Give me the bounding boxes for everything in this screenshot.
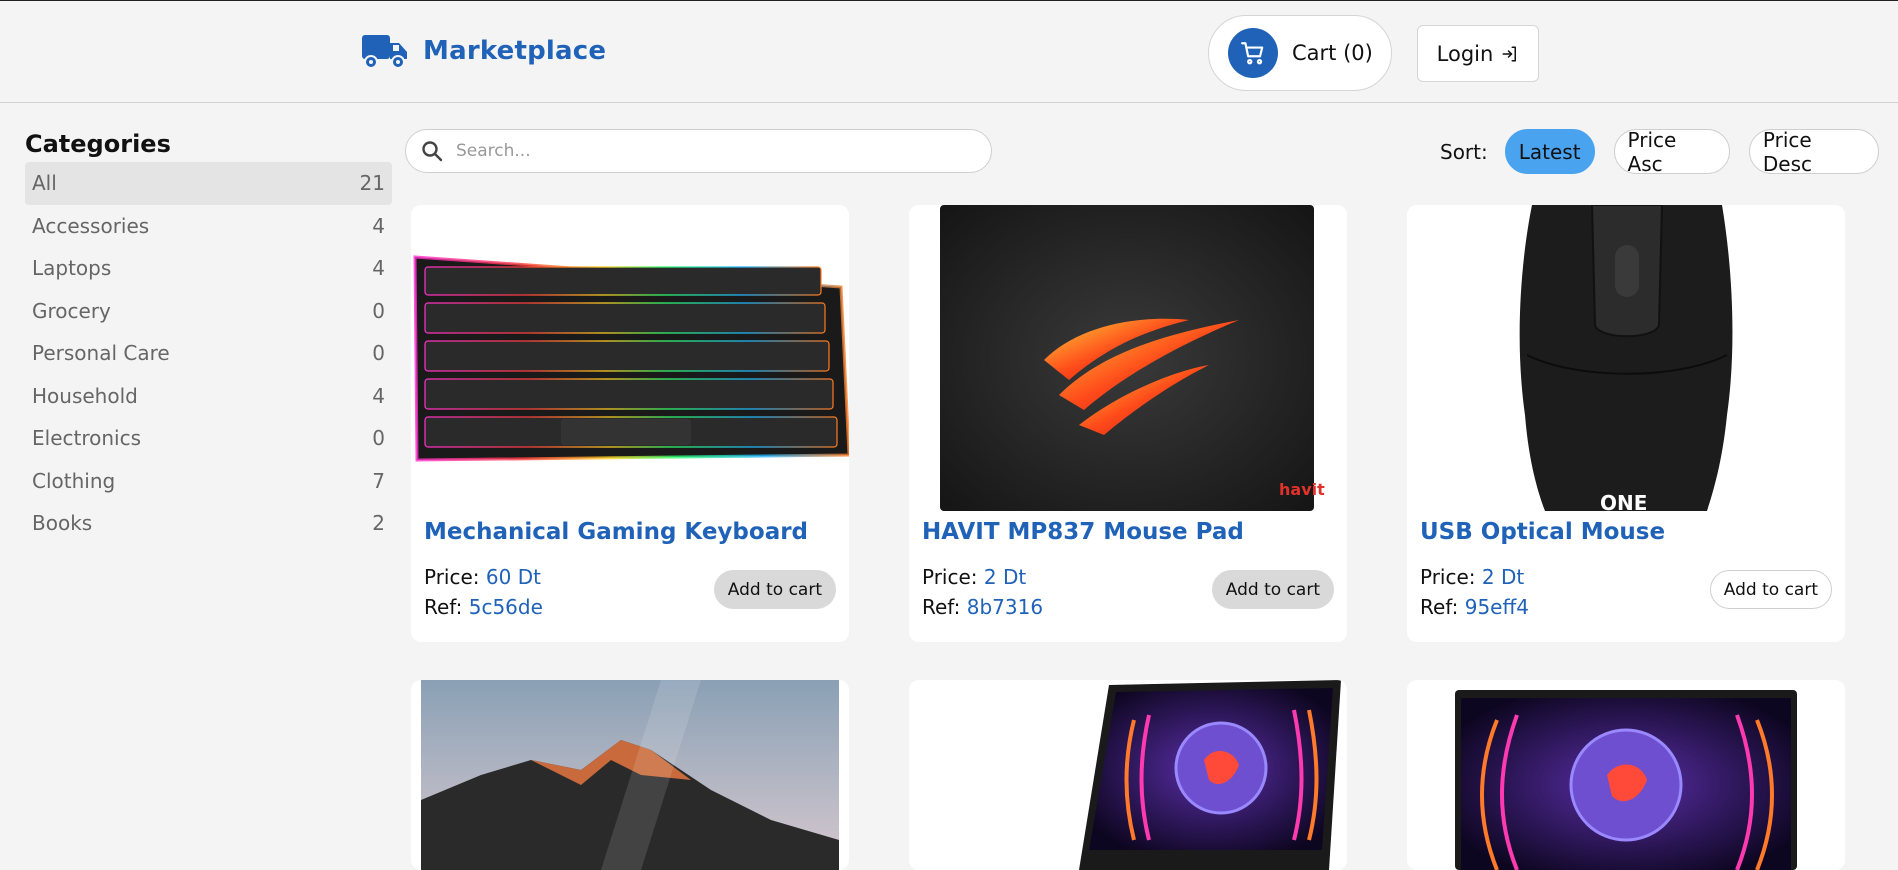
product-card: ONE USB Optical Mouse Price: 2 Dt Ref: 9… — [1407, 205, 1845, 642]
category-label: Household — [32, 383, 138, 408]
category-count: 7 — [372, 468, 385, 493]
ref-label: Ref: — [1420, 595, 1459, 619]
category-item-clothing[interactable]: Clothing 7 — [25, 460, 392, 503]
product-card: Mechanical Gaming Keyboard Price: 60 Dt … — [411, 205, 849, 642]
truck-icon — [362, 35, 407, 69]
categories-sidebar: Categories All 21 Accessories 4 Laptops … — [25, 130, 392, 545]
sort-latest-button[interactable]: Latest — [1504, 129, 1595, 174]
product-card — [1407, 680, 1845, 870]
price-label: Price: — [1420, 565, 1476, 589]
product-image-laptop[interactable] — [909, 680, 1347, 870]
product-title[interactable]: USB Optical Mouse — [1420, 519, 1665, 545]
shopping-cart-icon — [1241, 42, 1264, 65]
price-label: Price: — [424, 565, 480, 589]
sort-controls: Sort: Latest Price Asc Price Desc — [1440, 128, 1898, 176]
sort-price-desc-button[interactable]: Price Desc — [1748, 128, 1879, 176]
ref-value: 95eff4 — [1464, 595, 1529, 619]
category-count: 4 — [372, 383, 385, 408]
price-label: Price: — [922, 565, 978, 589]
product-title[interactable]: Mechanical Gaming Keyboard — [424, 519, 808, 545]
ref-value: 5c56de — [468, 595, 543, 619]
category-item-books[interactable]: Books 2 — [25, 502, 392, 545]
sort-label: Sort: — [1440, 139, 1488, 164]
category-item-grocery[interactable]: Grocery 0 — [25, 290, 392, 333]
cart-button[interactable]: Cart (0) — [1208, 15, 1392, 91]
product-image-monitor[interactable] — [411, 680, 849, 870]
product-image-mouse[interactable]: ONE — [1407, 205, 1845, 511]
login-icon — [1502, 46, 1517, 61]
search-input[interactable] — [456, 141, 976, 161]
top-header: Marketplace Cart (0) Login — [0, 1, 1898, 103]
login-label: Login — [1436, 41, 1494, 66]
category-item-household[interactable]: Household 4 — [25, 375, 392, 418]
search-bar — [405, 129, 992, 173]
product-card — [411, 680, 849, 870]
add-to-cart-button[interactable]: Add to cart — [1211, 570, 1334, 609]
product-card — [909, 680, 1347, 870]
category-item-laptops[interactable]: Laptops 4 — [25, 247, 392, 290]
category-count: 4 — [372, 213, 385, 238]
product-image-laptop-front[interactable] — [1407, 680, 1845, 870]
product-meta: Price: 2 Dt Ref: 8b7316 — [922, 562, 1043, 622]
price-value: 2 Dt — [983, 565, 1027, 589]
category-item-personal-care[interactable]: Personal Care 0 — [25, 332, 392, 375]
cart-icon-circle — [1228, 28, 1278, 78]
category-label: Accessories — [32, 213, 150, 238]
category-label: Grocery — [32, 298, 111, 323]
search-icon — [422, 141, 443, 162]
sort-price-asc-button[interactable]: Price Asc — [1613, 128, 1730, 176]
category-item-accessories[interactable]: Accessories 4 — [25, 205, 392, 248]
category-label: Personal Care — [32, 341, 170, 366]
brand-name: Marketplace — [423, 36, 607, 66]
add-to-cart-button[interactable]: Add to cart — [713, 570, 836, 609]
category-label: Electronics — [32, 426, 142, 451]
category-count: 0 — [372, 298, 385, 323]
product-image-mousepad[interactable]: havit — [909, 205, 1347, 511]
category-count: 4 — [372, 256, 385, 281]
category-item-all[interactable]: All 21 — [25, 162, 392, 205]
category-count: 0 — [372, 341, 385, 366]
product-title[interactable]: HAVIT MP837 Mouse Pad — [922, 519, 1244, 545]
categories-title: Categories — [25, 130, 171, 158]
category-count: 0 — [372, 426, 385, 451]
add-to-cart-button[interactable]: Add to cart — [1709, 570, 1832, 609]
brand[interactable]: Marketplace — [361, 31, 606, 71]
category-label: Laptops — [32, 256, 112, 281]
category-label: Books — [32, 511, 93, 536]
category-label: All — [32, 171, 57, 196]
product-meta: Price: 60 Dt Ref: 5c56de — [424, 562, 543, 622]
category-count: 2 — [372, 511, 385, 536]
category-count: 21 — [359, 171, 385, 196]
price-value: 60 Dt — [485, 565, 541, 589]
ref-label: Ref: — [922, 595, 961, 619]
product-meta: Price: 2 Dt Ref: 95eff4 — [1420, 562, 1529, 622]
ref-value: 8b7316 — [966, 595, 1044, 619]
product-card: havit HAVIT MP837 Mouse Pad Price: 2 Dt … — [909, 205, 1347, 642]
category-item-electronics[interactable]: Electronics 0 — [25, 417, 392, 460]
pad-brand-text: havit — [1279, 480, 1325, 499]
price-value: 2 Dt — [1481, 565, 1525, 589]
cart-label: Cart (0) — [1292, 41, 1373, 65]
mouse-brand-text: ONE — [1600, 491, 1647, 511]
category-label: Clothing — [32, 468, 116, 493]
login-button[interactable]: Login — [1417, 25, 1539, 82]
ref-label: Ref: — [424, 595, 463, 619]
product-image-keyboard[interactable] — [411, 205, 849, 511]
